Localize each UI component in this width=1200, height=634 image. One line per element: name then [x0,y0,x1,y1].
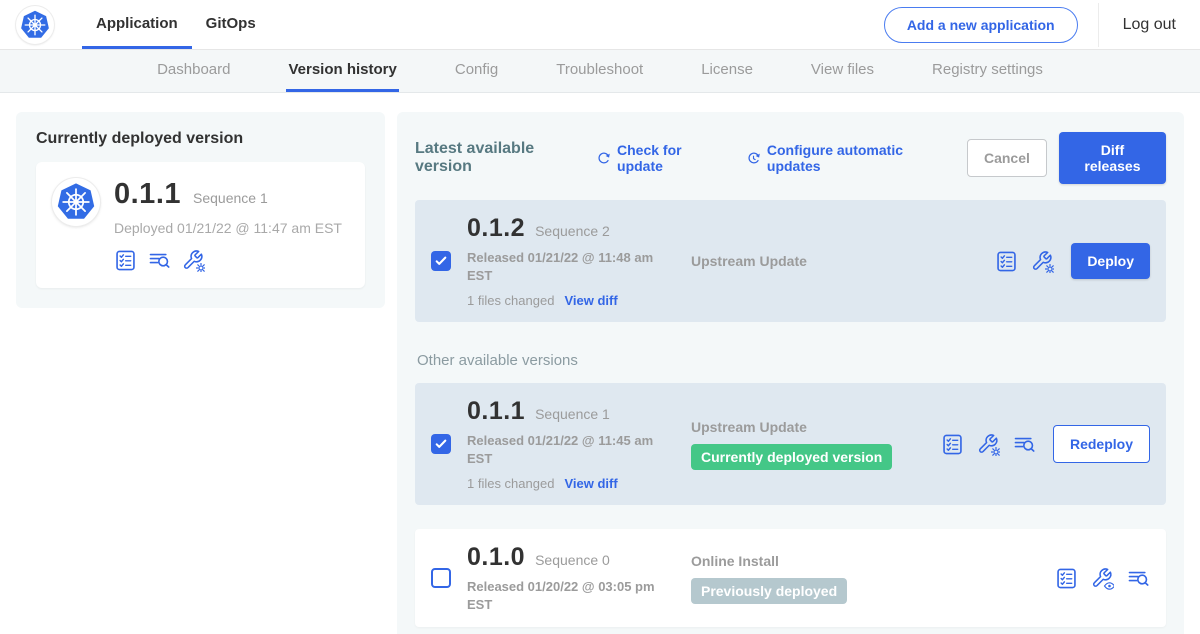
files-changed-label: 1 files changed [467,293,554,308]
check-for-update-link[interactable]: Check for update [596,142,720,174]
deploy-logs-icon[interactable] [1013,433,1036,456]
tab-gitops[interactable]: GitOps [192,0,270,49]
release-timestamp: Released 01/21/22 @ 11:45 am EST [467,432,663,467]
release-notes-icon[interactable] [995,250,1018,273]
subnav-tab-view-files[interactable]: View files [809,50,876,92]
subnav-tab-troubleshoot[interactable]: Troubleshoot [554,50,645,92]
deploy-logs-icon[interactable] [148,249,171,272]
top-nav: Application GitOps Add a new application… [0,0,1200,50]
version-checkbox[interactable] [431,568,451,588]
release-notes-icon[interactable] [114,249,137,272]
version-sequence: Sequence 2 [535,223,610,239]
tab-application[interactable]: Application [82,0,192,49]
edit-config-icon[interactable] [1031,250,1054,273]
version-number: 0.1.2 [467,214,525,243]
other-available-versions-label: Other available versions [417,352,1166,369]
subnav-tab-registry-settings[interactable]: Registry settings [930,50,1045,92]
version-source: Online Install [691,553,941,569]
version-row-0-1-0: 0.1.0 Sequence 0 Released 01/20/22 @ 03:… [415,529,1166,627]
version-source: Upstream Update [691,419,941,435]
latest-available-title: Latest available version [415,140,578,176]
deployed-timestamp: Deployed 01/21/22 @ 11:47 am EST [114,220,342,236]
release-notes-icon[interactable] [941,433,964,456]
deploy-logs-icon[interactable] [1127,567,1150,590]
version-number: 0.1.0 [467,543,525,572]
view-diff-link[interactable]: View diff [564,293,617,308]
release-timestamp: Released 01/21/22 @ 11:48 am EST [467,249,663,284]
subnav-tab-license[interactable]: License [699,50,755,92]
main-content: Currently deployed version 0.1.1 Sequenc… [0,93,1200,634]
add-new-application-button[interactable]: Add a new application [884,7,1078,43]
view-config-icon[interactable] [1091,567,1114,590]
deployed-version-number: 0.1.1 [114,178,181,211]
deployed-version-card: 0.1.1 Sequence 1 Deployed 01/21/22 @ 11:… [36,162,365,288]
cancel-button[interactable]: Cancel [967,139,1047,177]
subnav-tab-dashboard[interactable]: Dashboard [155,50,232,92]
release-timestamp: Released 01/20/22 @ 03:05 pm EST [467,578,663,613]
checkmark-icon [433,253,449,269]
refresh-clock-icon [746,150,761,167]
redeploy-button[interactable]: Redeploy [1053,425,1150,463]
currently-deployed-panel: Currently deployed version 0.1.1 Sequenc… [16,112,385,308]
app-sub-nav: Dashboard Version history Config Trouble… [0,50,1200,93]
version-checkbox[interactable] [431,434,451,454]
version-sequence: Sequence 1 [535,406,610,422]
kubernetes-logo-icon [55,181,97,223]
version-source: Upstream Update [691,253,941,269]
currently-deployed-badge: Currently deployed version [691,444,892,470]
available-versions-header: Latest available version Check for updat… [415,132,1166,184]
files-changed-label: 1 files changed [467,476,554,491]
edit-config-icon[interactable] [182,249,205,272]
version-row-0-1-2: 0.1.2 Sequence 2 Released 01/21/22 @ 11:… [415,200,1166,322]
currently-deployed-title: Currently deployed version [36,130,365,148]
checkmark-icon [433,436,449,452]
app-icon [52,178,100,226]
configure-updates-label: Configure automatic updates [767,142,941,174]
available-versions-panel: Latest available version Check for updat… [397,112,1184,634]
previously-deployed-badge: Previously deployed [691,578,847,604]
kubernetes-logo-icon [19,9,51,41]
check-for-update-label: Check for update [617,142,720,174]
subnav-tab-version-history[interactable]: Version history [286,50,398,92]
version-row-0-1-1: 0.1.1 Sequence 1 Released 01/21/22 @ 11:… [415,383,1166,505]
release-notes-icon[interactable] [1055,567,1078,590]
version-sequence: Sequence 0 [535,552,610,568]
deploy-button[interactable]: Deploy [1071,243,1150,279]
diff-releases-button[interactable]: Diff releases [1059,132,1166,184]
app-logo[interactable] [16,6,54,44]
edit-config-icon[interactable] [977,433,1000,456]
logout-link[interactable]: Log out [1098,3,1184,47]
refresh-icon [596,150,611,167]
subnav-tab-config[interactable]: Config [453,50,500,92]
view-diff-link[interactable]: View diff [564,476,617,491]
version-number: 0.1.1 [467,397,525,426]
deployed-sequence: Sequence 1 [193,190,268,206]
version-checkbox[interactable] [431,251,451,271]
configure-automatic-updates-link[interactable]: Configure automatic updates [746,142,941,174]
